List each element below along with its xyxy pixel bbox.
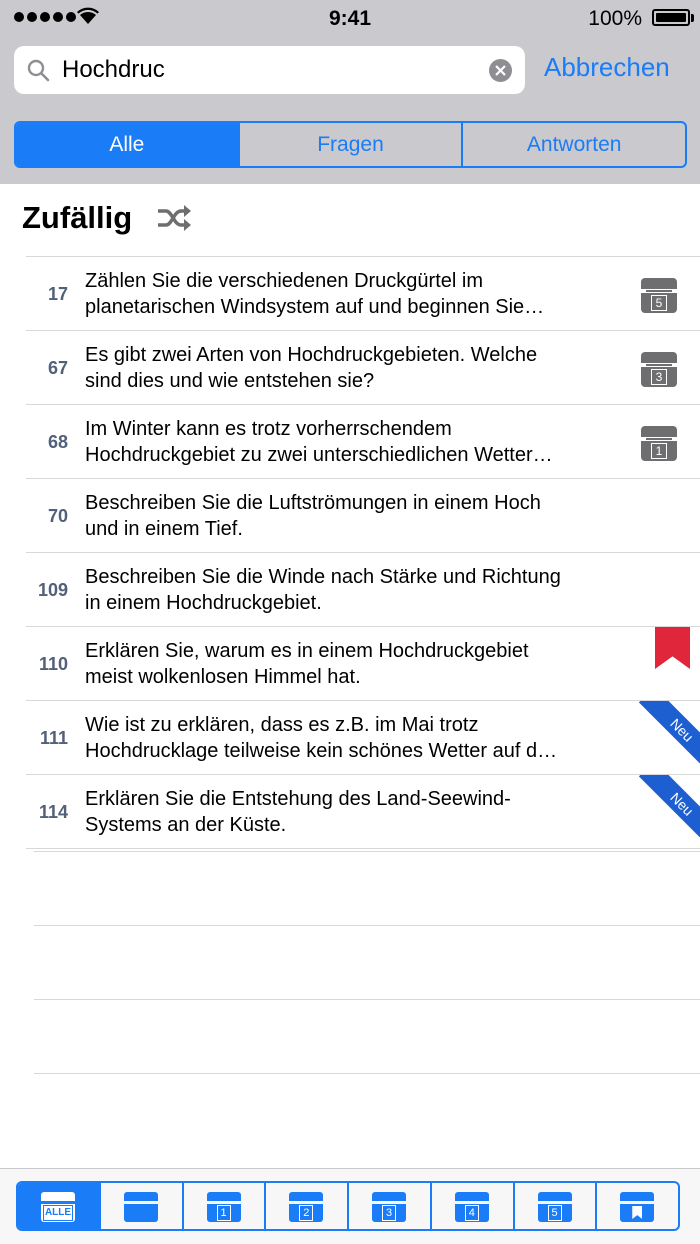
empty-row bbox=[34, 851, 700, 925]
tab-label: 2 bbox=[299, 1205, 314, 1221]
search-field[interactable] bbox=[14, 46, 525, 94]
question-line: Im Winter kann es trotz vorherrschendem bbox=[85, 418, 452, 440]
search-icon bbox=[26, 58, 50, 87]
question-line: Es gibt zwei Arten von Hochdruckgebieten… bbox=[85, 344, 538, 366]
question-number: 17 bbox=[47, 284, 68, 304]
question-line: Beschreiben Sie die Winde nach Stärke un… bbox=[85, 566, 561, 588]
question-line: Systems an der Küste. bbox=[85, 814, 287, 836]
box-icon bbox=[620, 1192, 655, 1222]
empty-row bbox=[34, 925, 700, 999]
question-line: Wie ist zu erklären, dass es z.B. im Mai… bbox=[85, 714, 479, 736]
question-line: Erklären Sie die Entstehung des Land-See… bbox=[85, 788, 511, 810]
tab-box-3[interactable]: 3 bbox=[349, 1183, 432, 1229]
tab-label: ALLE bbox=[43, 1205, 73, 1221]
question-line: Hochdrucklage teilweise kein schönes Wet… bbox=[85, 740, 558, 762]
box-level-number: 1 bbox=[651, 443, 667, 459]
battery-percent: 100% bbox=[588, 7, 642, 30]
question-number: 110 bbox=[38, 654, 68, 674]
question-number: 109 bbox=[37, 580, 68, 600]
question-number: 114 bbox=[38, 802, 68, 822]
bookmark-icon bbox=[655, 627, 690, 669]
box-level-icon: 1 bbox=[641, 426, 677, 461]
box-level-number: 5 bbox=[651, 295, 667, 311]
question-row[interactable]: 67 Es gibt zwei Arten von Hochdruckgebiet… bbox=[26, 330, 700, 404]
question-row[interactable]: 111 Wie ist zu erklären, dass es z.B. im … bbox=[26, 700, 700, 774]
box-icon: 3 bbox=[372, 1192, 406, 1222]
question-row[interactable]: 109 Beschreiben Sie die Winde nach Stärke… bbox=[26, 552, 700, 626]
box-icon: 1 bbox=[206, 1192, 241, 1222]
tab-box-4[interactable]: 4 bbox=[432, 1183, 515, 1229]
question-line: Zählen Sie die verschiedenen Druckgürtel… bbox=[85, 270, 483, 292]
box-icon: 5 bbox=[537, 1192, 572, 1222]
tab-box-2[interactable]: 2 bbox=[266, 1183, 349, 1229]
tab-box-5[interactable]: 5 bbox=[515, 1183, 598, 1229]
search-header: 9:41 100% Abbrechen Alle Fragen Antworte… bbox=[0, 0, 700, 184]
clear-icon[interactable] bbox=[489, 59, 512, 82]
new-label: Neu bbox=[638, 775, 700, 848]
tab-label: 5 bbox=[547, 1205, 562, 1221]
shuffle-icon[interactable] bbox=[156, 204, 192, 237]
search-input[interactable] bbox=[62, 53, 482, 87]
segment-fragen[interactable]: Fragen bbox=[240, 123, 464, 166]
question-line: Beschreiben Sie die Luftströmungen in ei… bbox=[85, 492, 541, 514]
question-text: Beschreiben Sie die Winde nach Stärke un… bbox=[85, 564, 625, 616]
box-filter-bar: ALLE 1 2 3 4 5 bbox=[0, 1168, 700, 1244]
box-icon: 4 bbox=[454, 1192, 489, 1222]
box-icon: 2 bbox=[289, 1192, 324, 1222]
question-text: Beschreiben Sie die Luftströmungen in ei… bbox=[85, 490, 625, 542]
tab-alle[interactable]: ALLE bbox=[18, 1183, 101, 1229]
question-number: 111 bbox=[39, 728, 68, 748]
question-list: 17 Zählen Sie die verschiedenen Druckgürt… bbox=[26, 256, 700, 849]
box-icon: ALLE bbox=[41, 1192, 75, 1222]
tab-label: 3 bbox=[382, 1205, 396, 1221]
box-icon bbox=[123, 1192, 158, 1222]
question-number: 70 bbox=[47, 506, 68, 526]
question-line: in einem Hochdruckgebiet. bbox=[85, 592, 322, 614]
list-end-divider bbox=[26, 848, 700, 849]
status-bar: 9:41 100% bbox=[0, 0, 700, 36]
empty-row bbox=[34, 1073, 700, 1147]
section-title: Zufällig bbox=[22, 200, 133, 235]
battery-icon bbox=[652, 9, 690, 26]
cancel-button[interactable]: Abbrechen bbox=[544, 52, 670, 83]
tab-box-1[interactable]: 1 bbox=[184, 1183, 267, 1229]
question-number: 68 bbox=[47, 432, 68, 452]
question-text: Zählen Sie die verschiedenen Druckgürtel… bbox=[85, 268, 625, 320]
tab-box-0[interactable] bbox=[101, 1183, 184, 1229]
question-line: Erklären Sie, warum es in einem Hochdruc… bbox=[85, 640, 529, 662]
box-filter-group: ALLE 1 2 3 4 5 bbox=[16, 1181, 680, 1231]
box-level-icon: 3 bbox=[641, 352, 677, 387]
question-row[interactable]: 17 Zählen Sie die verschiedenen Druckgürt… bbox=[26, 256, 700, 330]
segment-antworten[interactable]: Antworten bbox=[463, 123, 685, 166]
question-row[interactable]: 68 Im Winter kann es trotz vorherrschende… bbox=[26, 404, 700, 478]
battery-tip bbox=[691, 14, 694, 22]
box-level-icon: 5 bbox=[641, 278, 677, 313]
tab-label: 4 bbox=[464, 1205, 479, 1221]
question-row[interactable]: 70 Beschreiben Sie die Luftströmungen in … bbox=[26, 478, 700, 552]
segment-alle[interactable]: Alle bbox=[16, 123, 240, 166]
scope-segmented-control: Alle Fragen Antworten bbox=[14, 121, 687, 168]
question-number: 67 bbox=[47, 358, 68, 378]
question-text: Es gibt zwei Arten von Hochdruckgebieten… bbox=[85, 342, 625, 394]
question-row[interactable]: 110 Erklären Sie, warum es in einem Hochd… bbox=[26, 626, 700, 700]
tab-label: 1 bbox=[216, 1205, 231, 1221]
question-text: Im Winter kann es trotz vorherrschendem H… bbox=[85, 416, 625, 468]
tab-bookmarks[interactable] bbox=[597, 1183, 678, 1229]
question-text: Wie ist zu erklären, dass es z.B. im Mai… bbox=[85, 712, 625, 764]
question-text: Erklären Sie, warum es in einem Hochdruc… bbox=[85, 638, 625, 690]
new-ribbon: Neu bbox=[627, 775, 700, 848]
box-level-number: 3 bbox=[651, 369, 667, 385]
new-label: Neu bbox=[638, 701, 700, 774]
question-line: und in einem Tief. bbox=[85, 518, 243, 540]
question-row[interactable]: 114 Erklären Sie die Entstehung des Land-… bbox=[26, 774, 700, 848]
empty-list-area bbox=[34, 851, 700, 1147]
question-line: planetarischen Windsystem auf und beginn… bbox=[85, 296, 545, 318]
empty-row bbox=[34, 999, 700, 1073]
new-ribbon: Neu bbox=[627, 701, 700, 774]
question-line: sind dies und wie entstehen sie? bbox=[85, 370, 375, 392]
question-line: Hochdruckgebiet zu zwei unterschiedliche… bbox=[85, 444, 553, 466]
question-line: meist wolkenlosen Himmel hat. bbox=[85, 666, 361, 688]
question-text: Erklären Sie die Entstehung des Land-See… bbox=[85, 786, 625, 838]
